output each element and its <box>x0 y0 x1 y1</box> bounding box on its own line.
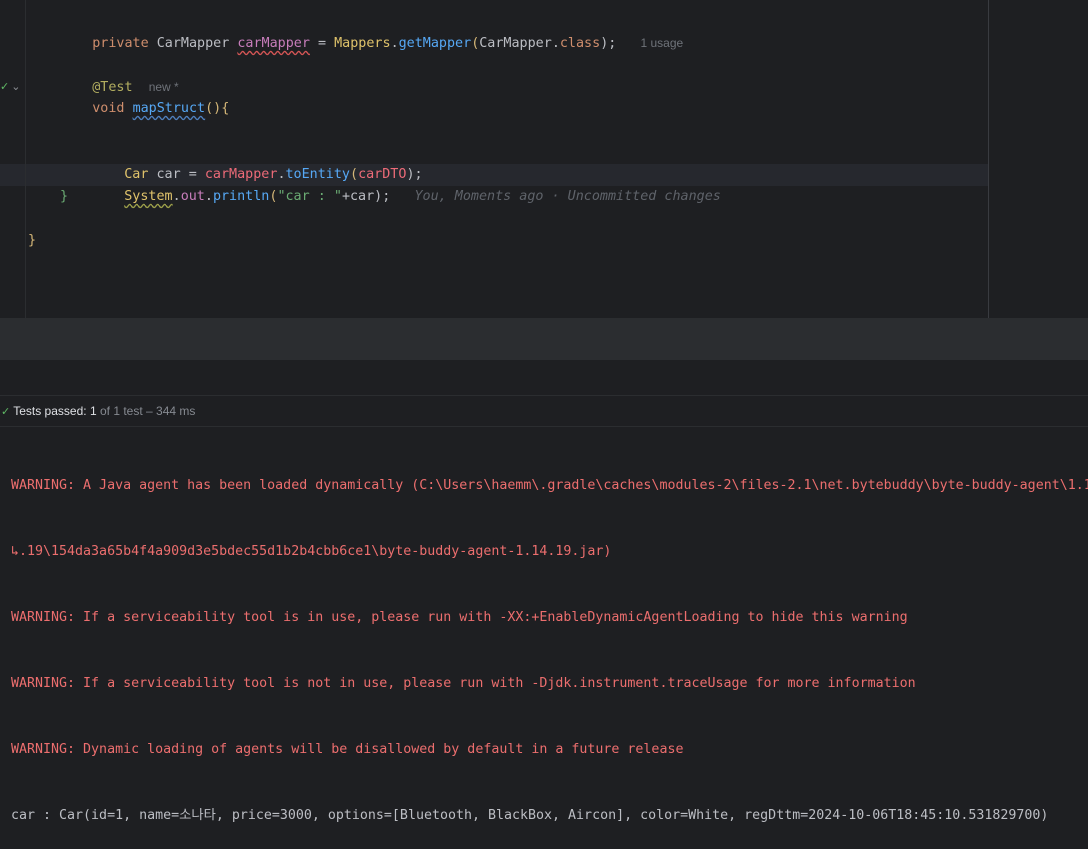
console-line: WARNING: A Java agent has been loaded dy… <box>11 478 1088 493</box>
console-output[interactable]: WARNING: A Java agent has been loaded dy… <box>11 431 1088 849</box>
code-line-annotation[interactable]: @Test new * <box>60 54 178 95</box>
right-margin-guide <box>988 0 989 318</box>
class-close-brace: } <box>28 233 37 248</box>
test-passed-check-icon: ✓ <box>1 405 11 418</box>
code-editor[interactable]: private CarMapper carMapper = Mappers.ge… <box>0 0 1088 318</box>
panel-splitter[interactable] <box>0 318 1088 360</box>
console-line: ↳.19\154da3a65b4f4a909d3e5bdec55d1b2b4cb… <box>11 544 612 559</box>
usage-hint[interactable]: 1 usage <box>641 36 684 50</box>
check-run-icon: ✓ <box>0 80 10 93</box>
git-blame-hint: You, Moments ago · Uncommitted changes <box>414 189 721 204</box>
of-text: of <box>99 404 110 418</box>
passed-count: 1 <box>89 404 97 418</box>
code-line-println[interactable]: System.out.println("car : "+car); You, M… <box>92 164 721 204</box>
console-line: car : Car(id=1, name=소나타, price=3000, op… <box>11 808 1049 823</box>
chevron-down-icon: ⌄ <box>11 80 21 93</box>
code-line-method-decl[interactable]: void mapStruct(){ <box>60 76 229 116</box>
console-line: WARNING: If a serviceability tool is not… <box>11 676 916 691</box>
console-line: WARNING: If a serviceability tool is in … <box>11 610 908 625</box>
gutter-divider <box>25 0 26 318</box>
test-total-time: 1 test – 344 ms <box>113 404 196 418</box>
method-close-brace: } <box>60 189 69 204</box>
code-line-mapper-decl[interactable]: private CarMapper carMapper = Mappers.ge… <box>60 10 683 51</box>
code-line-car-assign[interactable]: Car car = carMapper.toEntity(carDTO); <box>92 142 422 182</box>
console-line: WARNING: Dynamic loading of agents will … <box>11 742 684 757</box>
test-status-bar: ✓ Tests passed: 1 of 1 test – 344 ms <box>0 395 1088 427</box>
tests-passed-label: Tests passed: <box>13 404 87 418</box>
run-test-gutter-icon[interactable]: ✓ ⌄ <box>0 80 24 96</box>
